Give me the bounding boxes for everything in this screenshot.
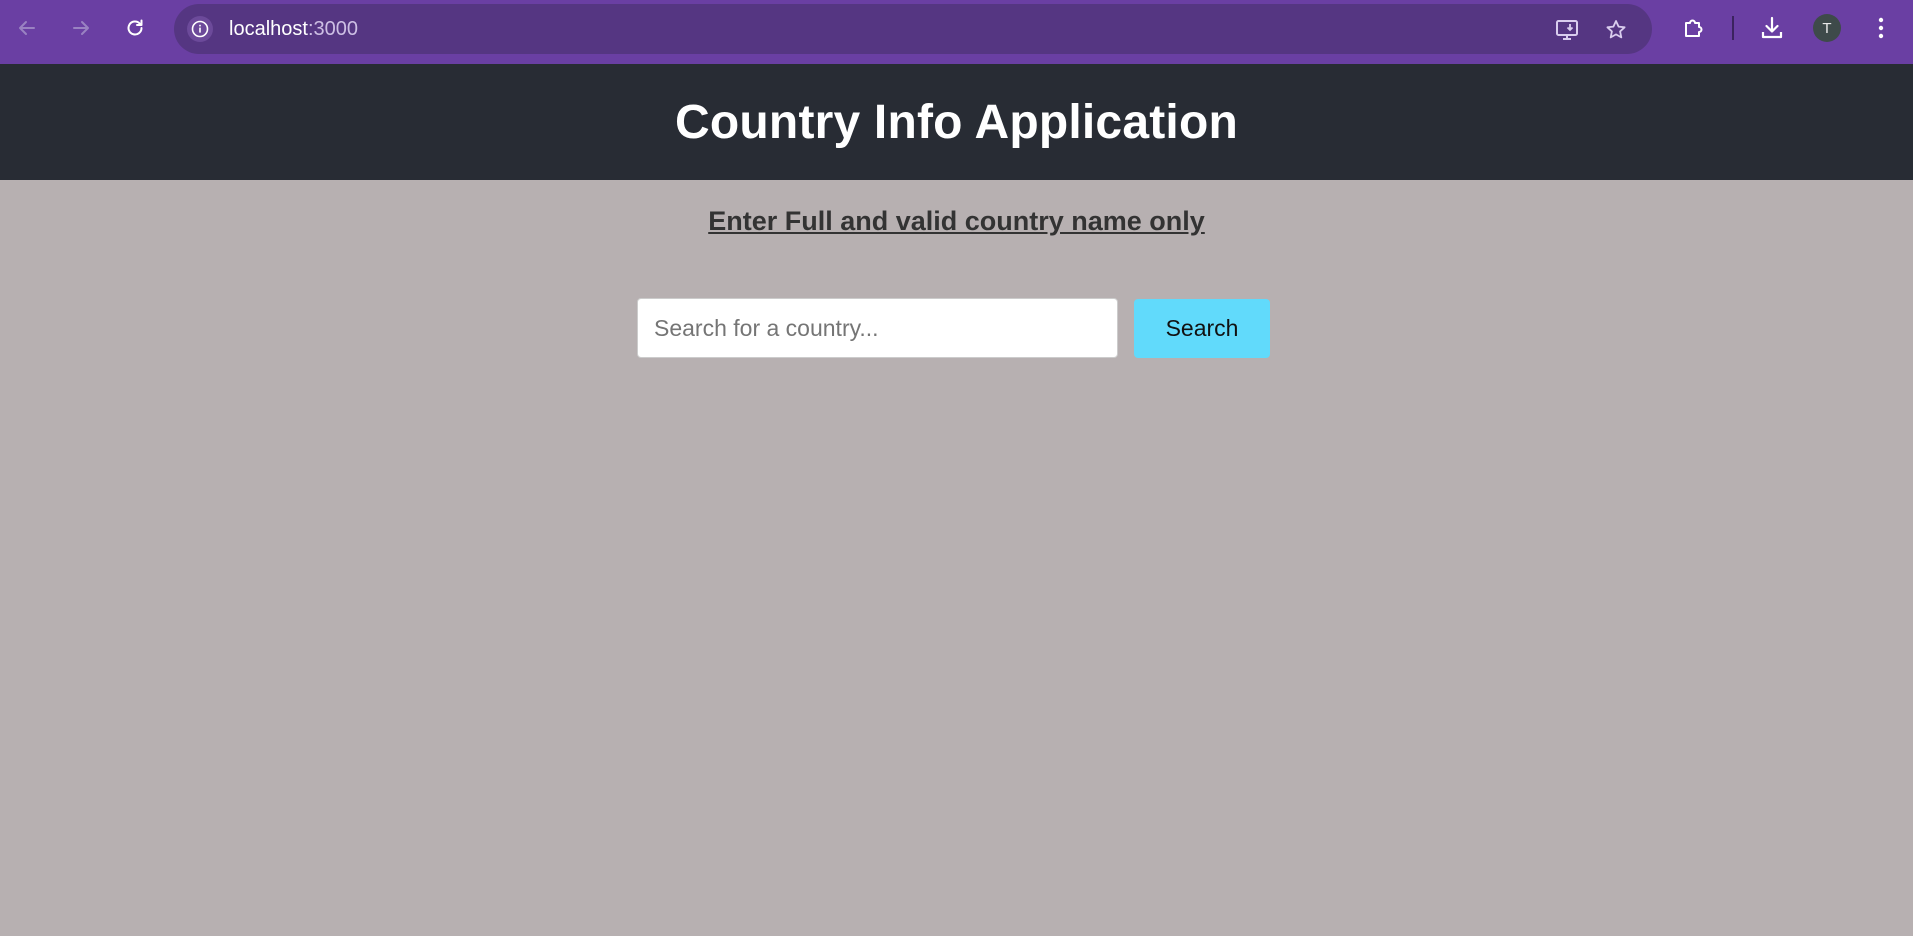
site-info-icon[interactable] bbox=[187, 16, 213, 42]
profile-avatar[interactable]: T bbox=[1813, 14, 1841, 42]
instruction-text: Enter Full and valid country name only bbox=[708, 206, 1205, 236]
page-title: Country Info Application bbox=[675, 95, 1238, 149]
downloads-button[interactable] bbox=[1757, 13, 1787, 43]
search-input[interactable] bbox=[637, 298, 1118, 358]
extensions-button[interactable] bbox=[1679, 13, 1709, 43]
kebab-menu-icon bbox=[1878, 17, 1884, 39]
address-bar[interactable]: localhost:3000 bbox=[174, 4, 1652, 54]
install-app-button[interactable] bbox=[1554, 16, 1582, 44]
url-text[interactable]: localhost:3000 bbox=[229, 18, 358, 41]
bookmark-star-icon bbox=[1606, 20, 1626, 39]
back-arrow-icon bbox=[19, 21, 35, 35]
search-button[interactable]: Search bbox=[1134, 298, 1270, 358]
browser-toolbar: localhost:3000 T bbox=[0, 0, 1913, 64]
install-app-icon bbox=[1556, 20, 1578, 40]
forward-button[interactable] bbox=[66, 13, 96, 43]
url-host: localhost bbox=[229, 18, 308, 40]
back-button[interactable] bbox=[12, 13, 42, 43]
bookmark-button[interactable] bbox=[1602, 16, 1630, 44]
download-icon bbox=[1761, 16, 1783, 39]
extensions-puzzle-icon bbox=[1685, 19, 1703, 37]
search-form: Search bbox=[637, 298, 1270, 358]
app-header: Country Info Application bbox=[0, 64, 1913, 180]
toolbar-divider bbox=[1732, 16, 1734, 40]
browser-menu-button[interactable] bbox=[1866, 13, 1896, 43]
url-port: :3000 bbox=[307, 18, 358, 40]
forward-arrow-icon bbox=[73, 21, 89, 35]
reload-button[interactable] bbox=[120, 13, 150, 43]
reload-icon bbox=[127, 19, 143, 36]
